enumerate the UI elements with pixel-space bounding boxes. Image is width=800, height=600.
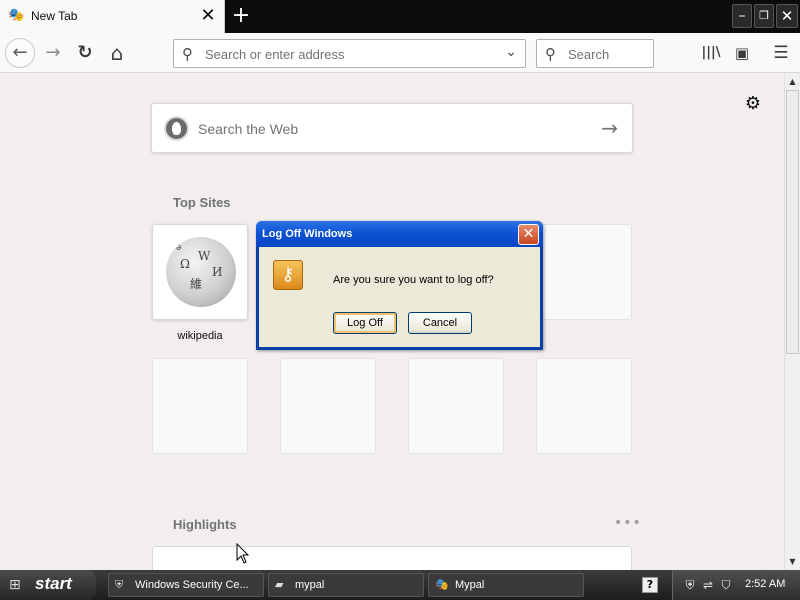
start-button[interactable]: ⊞ start	[0, 570, 96, 600]
dialog-message: Are you sure you want to log off?	[333, 274, 494, 286]
duckduckgo-logo-icon	[164, 116, 189, 141]
highlights-heading: Highlights	[173, 517, 237, 532]
start-label: start	[35, 574, 72, 593]
taskbar-item-mypal-browser[interactable]: 🎭 Mypal	[428, 573, 584, 597]
tab-strip: 🎭 New Tab ✕ + – ❐ ✕	[0, 0, 800, 33]
tab-new-tab[interactable]: 🎭 New Tab ✕	[0, 0, 225, 33]
menu-button[interactable]: ☰	[767, 39, 795, 67]
shield-icon: ⛨	[115, 578, 124, 591]
top-sites-heading: Top Sites	[173, 195, 231, 210]
new-tab-button[interactable]: +	[230, 4, 252, 28]
empty-top-site-tile	[536, 224, 632, 320]
reload-icon: ↻	[77, 42, 93, 63]
empty-top-site-tile	[536, 358, 632, 454]
help-icon[interactable]: ?	[642, 577, 658, 593]
page-scrollbar[interactable]: ▲ ▼	[784, 74, 800, 570]
empty-top-site-tile	[408, 358, 504, 454]
system-tray: ⛨ ⇌ ⛉ 2:52 AM	[672, 570, 800, 600]
cancel-button[interactable]: Cancel	[408, 312, 472, 334]
library-icon: |||\	[701, 45, 721, 60]
network-icon[interactable]: ⇌	[701, 577, 715, 593]
taskbar-item-label: Mypal	[455, 579, 485, 591]
security-shield-icon[interactable]: ⛨	[683, 577, 697, 593]
scroll-down-arrow-icon[interactable]: ▼	[785, 554, 800, 570]
reload-button[interactable]: ↻	[71, 39, 99, 67]
log-off-button[interactable]: Log Off	[333, 312, 397, 334]
tab-close-button[interactable]: ✕	[199, 6, 217, 26]
wikipedia-globe-icon: Ω W И 維 ə	[166, 237, 236, 307]
tab-title: New Tab	[31, 9, 78, 23]
clock[interactable]: 2:52 AM	[745, 578, 785, 590]
restore-button[interactable]: ❐	[754, 4, 774, 28]
search-bar[interactable]: ⚲ Search	[536, 39, 654, 68]
taskbar-item-windows-security[interactable]: ⛨ Windows Security Ce...	[108, 573, 264, 597]
search-icon: ⚲	[545, 45, 556, 63]
arrow-right-icon[interactable]: →	[601, 116, 618, 140]
taskbar-item-label: mypal	[295, 579, 325, 591]
empty-top-site-tile	[152, 358, 248, 454]
web-search-placeholder: Search the Web	[198, 121, 299, 137]
empty-top-site-tile	[280, 358, 376, 454]
arrow-right-icon: →	[45, 42, 61, 63]
taskbar-item-label: Windows Security Ce...	[135, 579, 249, 591]
close-window-button[interactable]: ✕	[776, 4, 798, 28]
dialog-titlebar[interactable]: Log Off Windows ✕	[256, 221, 543, 247]
home-button[interactable]: ⌂	[103, 39, 131, 67]
dialog-body: ⚷ Are you sure you want to log off? Log …	[259, 247, 540, 347]
log-off-dialog: Log Off Windows ✕ ⚷ Are you sure you wan…	[256, 221, 543, 350]
key-icon: ⚷	[273, 260, 303, 290]
scroll-up-arrow-icon[interactable]: ▲	[785, 74, 800, 90]
mouse-cursor-icon	[236, 543, 250, 564]
arrow-left-icon: ←	[12, 42, 28, 63]
security-alert-icon[interactable]: ⛉	[719, 577, 733, 593]
taskbar: ⊞ start ⛨ Windows Security Ce... ▰ mypal…	[0, 570, 800, 600]
top-site-tile-wikipedia[interactable]: Ω W И 維 ə	[152, 224, 248, 320]
search-icon: ⚲	[182, 45, 193, 63]
back-button[interactable]: ←	[5, 38, 35, 68]
gear-icon[interactable]: ⚙	[743, 94, 763, 114]
hamburger-menu-icon: ☰	[773, 43, 789, 63]
chevron-down-icon[interactable]: ⌄	[505, 44, 517, 60]
mask-icon: 🎭	[8, 8, 25, 23]
search-bar-placeholder: Search	[568, 47, 610, 62]
forward-button[interactable]: →	[39, 39, 67, 67]
top-site-label[interactable]: wikipedia	[152, 330, 248, 342]
address-bar-placeholder: Search or enter address	[205, 47, 345, 62]
mask-icon: 🎭	[435, 578, 449, 591]
scrollbar-thumb[interactable]	[786, 90, 799, 354]
folder-icon: ▰	[275, 578, 284, 591]
web-search-box[interactable]: Search the Web →	[151, 103, 633, 153]
taskbar-item-mypal-folder[interactable]: ▰ mypal	[268, 573, 424, 597]
library-button[interactable]: |||\	[697, 39, 725, 67]
sidebar-button[interactable]: ▣	[728, 39, 756, 67]
address-bar[interactable]: ⚲ Search or enter address ⌄	[173, 39, 526, 68]
highlights-menu-icon[interactable]: •••	[614, 515, 642, 531]
home-icon: ⌂	[110, 41, 124, 65]
dialog-close-button[interactable]: ✕	[518, 224, 539, 245]
dialog-title: Log Off Windows	[262, 228, 353, 240]
sidebar-icon: ▣	[734, 44, 750, 62]
windows-flag-icon: ⊞	[9, 577, 21, 593]
navigation-toolbar: ← → ↻ ⌂ ⚲ Search or enter address ⌄ ⚲ Se…	[0, 33, 800, 73]
minimize-button[interactable]: –	[732, 4, 752, 28]
